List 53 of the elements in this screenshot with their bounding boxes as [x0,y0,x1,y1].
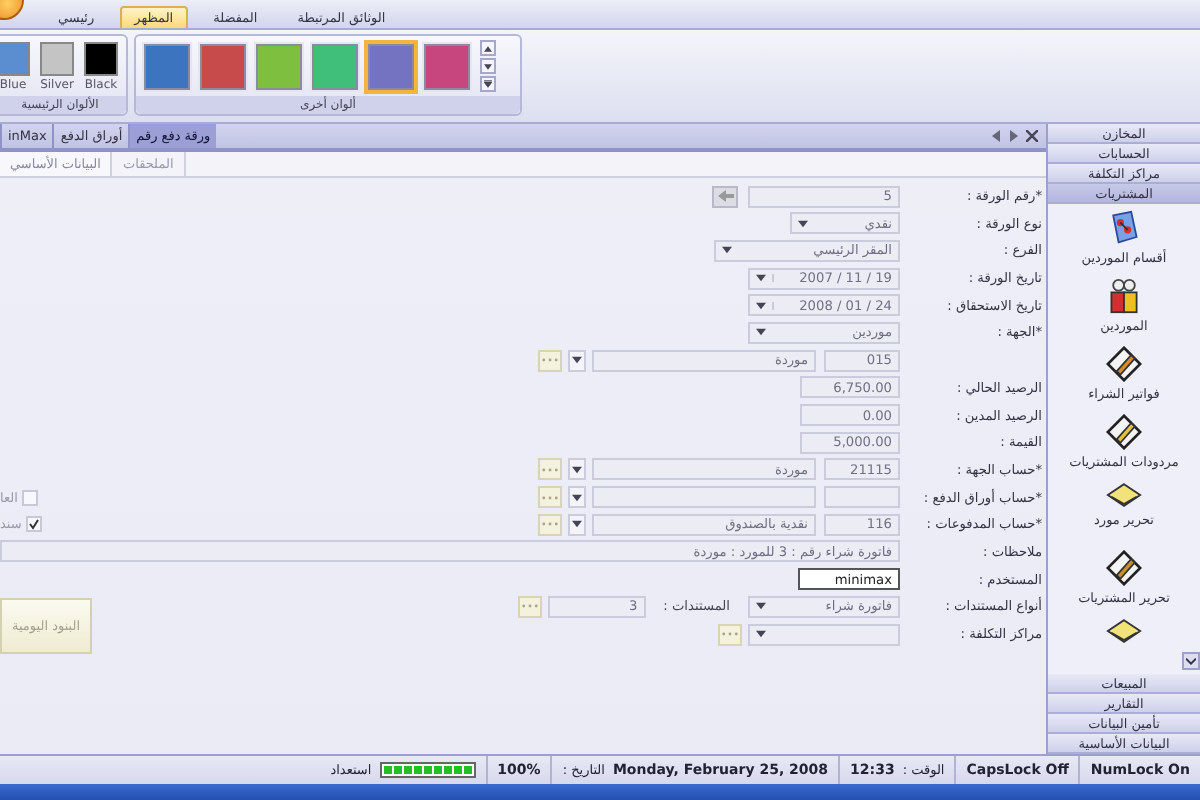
dropdown-field[interactable] [748,623,900,645]
lookup-button[interactable] [712,185,738,207]
caret-icon [756,328,766,337]
dots-icon [542,467,558,472]
arrow-icon [717,190,733,202]
caret-icon [756,301,774,310]
caret-icon [756,630,766,638]
code-field[interactable] [824,486,900,509]
caret-icon [572,465,582,474]
caret-icon [756,274,774,283]
caret-icon [484,80,492,88]
chevron-down-icon [1186,657,1196,665]
caret-icon [572,493,582,502]
dots-icon [542,495,558,500]
dots-icon [542,522,558,527]
color-swatch[interactable] [144,43,190,89]
caret-icon [484,45,492,51]
people-icon [1105,278,1142,314]
color-swatch[interactable] [312,43,358,89]
edit-icon [1105,414,1142,450]
color-swatch[interactable] [84,41,118,75]
caret-icon [798,219,808,228]
dropdown-button[interactable] [568,513,586,536]
next-tab-button[interactable] [1006,128,1020,144]
caret-icon [722,246,732,255]
color-swatch[interactable] [424,43,470,89]
more-button[interactable] [480,76,496,92]
caret-icon [572,520,582,529]
dots-icon [521,604,538,609]
close-button[interactable] [1024,128,1038,144]
dropdown-button[interactable] [568,349,586,372]
dots-icon [542,358,558,363]
caret-icon [572,356,582,365]
color-swatch[interactable] [0,41,30,75]
book-icon [1106,482,1142,508]
color-swatch[interactable] [256,43,302,89]
color-swatch[interactable] [40,41,74,75]
color-swatch[interactable] [200,43,246,89]
browse-button[interactable] [718,623,742,645]
scroll-down-button[interactable] [1182,652,1200,670]
caret-icon [756,602,766,611]
edit-icon [1105,550,1142,586]
dropdown-button[interactable] [568,458,586,481]
name-field[interactable] [592,486,816,509]
scroll-down-button[interactable] [480,58,496,74]
book-icon [1106,618,1142,644]
previous-tab-button[interactable] [988,128,1002,144]
color-swatch[interactable] [368,43,414,89]
edit-icon [1105,346,1142,382]
dropdown-button[interactable] [568,486,586,509]
scroll-up-button[interactable] [480,40,496,56]
caret-icon [484,63,492,69]
checkbox[interactable] [25,516,42,533]
